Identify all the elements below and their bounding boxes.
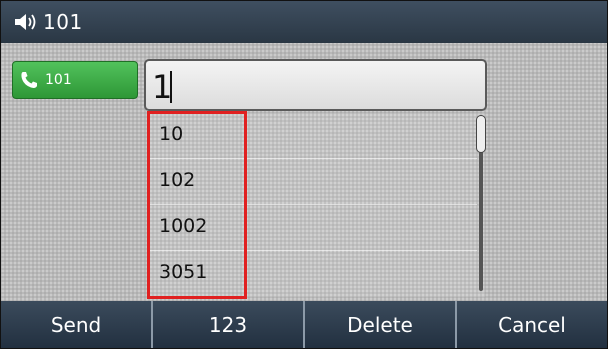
- dial-input[interactable]: 1: [144, 59, 487, 111]
- input-mode-softkey[interactable]: 123: [153, 301, 305, 348]
- status-title: 101: [43, 10, 83, 34]
- phone-screen: 101 101 1 10 102 1002 3051 Send 123 Dele…: [0, 0, 608, 349]
- suggestion-number: 1002: [159, 215, 208, 237]
- suggestion-number: 102: [159, 169, 196, 191]
- suggestion-item[interactable]: 3051: [147, 251, 477, 297]
- speaker-icon: [15, 14, 36, 30]
- text-caret: [170, 71, 172, 103]
- send-softkey[interactable]: Send: [1, 301, 153, 348]
- suggestion-item[interactable]: 102: [147, 159, 477, 205]
- suggestion-number: 10: [159, 123, 184, 145]
- suggestion-list: 10 102 1002 3051: [147, 113, 485, 297]
- cancel-softkey[interactable]: Cancel: [457, 301, 607, 348]
- phone-handset-icon: [21, 72, 37, 88]
- suggestion-number: 3051: [159, 261, 208, 283]
- suggestion-item[interactable]: 1002: [147, 205, 477, 251]
- suggestion-item[interactable]: 10: [147, 113, 477, 159]
- line-key-label: 101: [45, 72, 72, 88]
- delete-softkey[interactable]: Delete: [305, 301, 457, 348]
- line-key-101[interactable]: 101: [12, 61, 138, 99]
- softkey-bar: Send 123 Delete Cancel: [1, 301, 607, 348]
- scrollbar-thumb[interactable]: [476, 115, 486, 153]
- status-bar: 101: [1, 1, 607, 43]
